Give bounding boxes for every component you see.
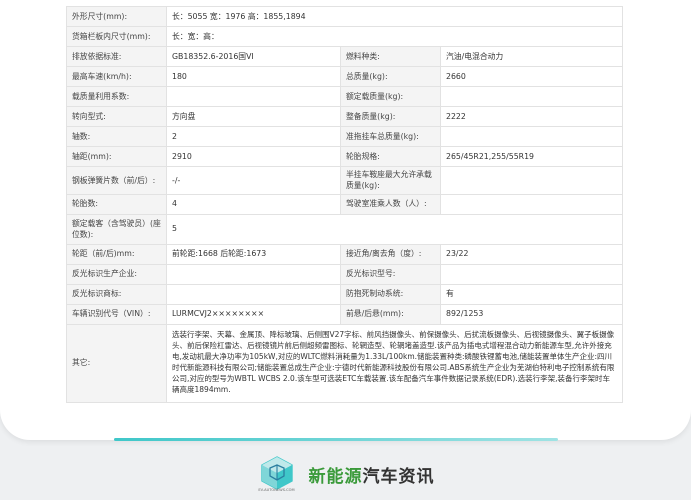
spec-value: 265/45R21,255/55R19 xyxy=(439,146,624,167)
spec-value: 长：宽：高： xyxy=(165,26,624,47)
spec-value: 180 xyxy=(166,66,341,87)
spec-value: 2910 xyxy=(166,146,341,167)
brand-name: 新能源汽车资讯 xyxy=(309,462,435,487)
table-row: 额定载客（含驾驶员）(座位数): 5 xyxy=(66,213,624,245)
spec-value: 2222 xyxy=(439,106,624,127)
table-row: 载质量利用系数: 额定载质量(kg): xyxy=(66,86,624,107)
spec-label: 额定载质量(kg): xyxy=(340,86,441,107)
table-row: 轴距(mm): 2910 轮胎规格: 265/45R21,255/55R19 xyxy=(66,146,624,167)
spec-label: 燃料种类: xyxy=(340,46,441,67)
spec-value: 长：5055 宽：1976 高：1855,1894 xyxy=(165,6,624,27)
spec-value xyxy=(439,86,624,107)
table-row: 货箱栏板内尺寸(mm): 长：宽：高： xyxy=(66,26,624,47)
spec-value-other: 选装行李架、天幕、金属顶、降标玻璃、后侧围V27字标、前风挡摄像头、前保摄像头、… xyxy=(165,323,624,403)
table-row-other: 其它: 选装行李架、天幕、金属顶、降标玻璃、后侧围V27字标、前风挡摄像头、前保摄… xyxy=(66,323,624,403)
spec-label: 外形尺寸(mm): xyxy=(66,6,167,27)
table-row: 反光标识商标: 防抱死制动系统: 有 xyxy=(66,283,624,305)
spec-label: 轮距（前/后)mm: xyxy=(66,243,167,265)
spec-value xyxy=(166,283,341,305)
spec-label: 反光标识生产企业: xyxy=(66,263,167,285)
spec-value: -/- xyxy=(166,166,341,195)
brand-name-green: 新能源 xyxy=(308,466,363,487)
table-row: 反光标识生产企业: 反光标识型号: xyxy=(66,263,624,285)
spec-value xyxy=(439,193,624,215)
spec-label: 接近角/离去角（度）: xyxy=(340,243,441,265)
spec-table: 外形尺寸(mm): 长：5055 宽：1976 高：1855,1894 货箱栏板内尺… xyxy=(66,6,624,403)
spec-label: 钢板弹簧片数（前/后）: xyxy=(66,166,167,195)
spec-label: 排放依据标准: xyxy=(66,46,167,67)
spec-label: 前悬/后悬(mm): xyxy=(340,303,441,325)
spec-value: LURMCVJ2×××××××× xyxy=(166,303,341,325)
brand-name-dark: 汽车资讯 xyxy=(362,466,435,487)
spec-value: 汽油/电混合动力 xyxy=(439,46,624,67)
spec-label: 轴距(mm): xyxy=(66,146,167,167)
spec-value: 2 xyxy=(166,126,341,147)
spec-label: 车辆识别代号（VIN）: xyxy=(66,303,167,325)
spec-label: 总质量(kg): xyxy=(340,66,441,87)
spec-value: GB18352.6-2016国VI xyxy=(166,46,341,67)
table-row: 排放依据标准: GB18352.6-2016国VI 燃料种类: 汽油/电混合动力 xyxy=(66,46,624,67)
table-row: 外形尺寸(mm): 长：5055 宽：1976 高：1855,1894 xyxy=(66,6,624,27)
table-row: 轮距（前/后)mm: 前轮距:1668 后轮距:1673 接近角/离去角（度）: 23… xyxy=(66,243,624,265)
spec-label: 载质量利用系数: xyxy=(66,86,167,107)
spec-label-other: 其它: xyxy=(66,323,167,403)
spec-label: 额定载客（含驾驶员）(座位数): xyxy=(66,213,167,245)
spec-label: 最高车速(km/h): xyxy=(66,66,167,87)
accent-divider xyxy=(114,438,558,441)
spec-value: 4 xyxy=(166,193,341,215)
spec-value: 2660 xyxy=(439,66,624,87)
spec-card: 外形尺寸(mm): 长：5055 宽：1976 高：1855,1894 货箱栏板内尺… xyxy=(0,0,691,440)
table-row: 转向型式: 方向盘 整备质量(kg): 2222 xyxy=(66,106,624,127)
spec-label: 轴数: xyxy=(66,126,167,147)
spec-value: 有 xyxy=(439,283,624,305)
spec-value: 5 xyxy=(165,213,624,245)
spec-value: 方向盘 xyxy=(166,106,341,127)
table-row: 轮胎数: 4 驾驶室准乘人数（人）: xyxy=(66,193,624,215)
spec-value: 892/1253 xyxy=(439,303,624,325)
spec-label: 轮胎数: xyxy=(66,193,167,215)
spec-label: 整备质量(kg): xyxy=(340,106,441,127)
spec-value xyxy=(439,126,624,147)
spec-label: 半挂车鞍座最大允许承载质量(kg): xyxy=(340,166,441,195)
spec-label: 反光标识商标: xyxy=(66,283,167,305)
spec-value xyxy=(439,263,624,285)
spec-value: 前轮距:1668 后轮距:1673 xyxy=(166,243,341,265)
spec-label: 准拖挂车总质量(kg): xyxy=(340,126,441,147)
spec-label: 驾驶室准乘人数（人）: xyxy=(340,193,441,215)
spec-label: 轮胎规格: xyxy=(340,146,441,167)
spec-value: 23/22 xyxy=(439,243,624,265)
spec-value xyxy=(439,166,624,195)
table-row: 轴数: 2 准拖挂车总质量(kg): xyxy=(66,126,624,147)
table-row: 钢板弹簧片数（前/后）: -/- 半挂车鞍座最大允许承载质量(kg): xyxy=(66,166,624,195)
spec-value xyxy=(166,263,341,285)
spec-value xyxy=(166,86,341,107)
spec-label: 货箱栏板内尺寸(mm): xyxy=(66,26,167,47)
table-row: 车辆识别代号（VIN）: LURMCVJ2×××××××× 前悬/后悬(mm): 89… xyxy=(66,303,624,325)
table-row: 最高车速(km/h): 180 总质量(kg): 2660 xyxy=(66,66,624,87)
spec-label: 反光标识型号: xyxy=(340,263,441,285)
logo-caption: EV-AUTONEWS.COM xyxy=(258,488,295,492)
brand-footer: EV-AUTONEWS.COM 新能源汽车资讯 xyxy=(0,452,691,496)
spec-label: 防抱死制动系统: xyxy=(340,283,441,305)
brand-logo-icon: EV-AUTONEWS.COM xyxy=(257,454,297,494)
spec-label: 转向型式: xyxy=(66,106,167,127)
